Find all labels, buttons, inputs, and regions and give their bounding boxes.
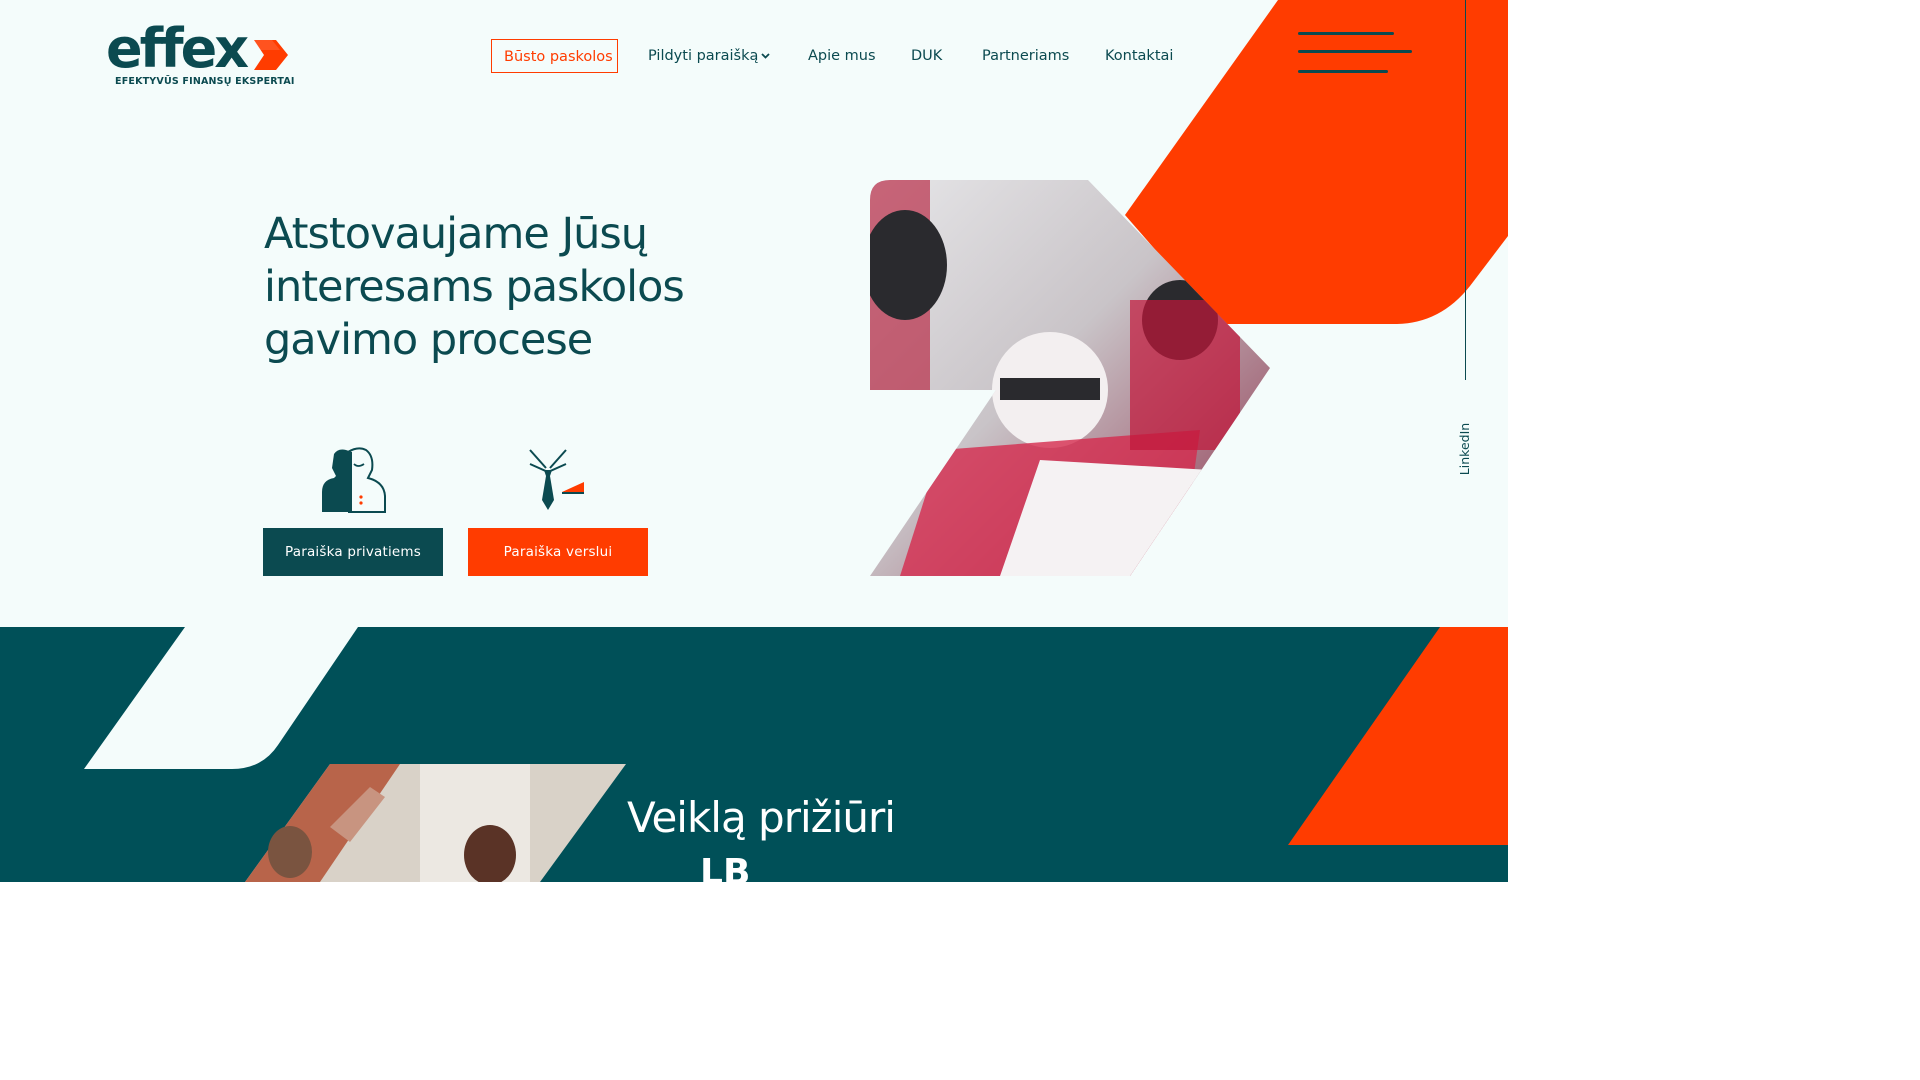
nav-item-kontaktai[interactable]: Kontaktai <box>1105 39 1173 73</box>
main-nav: Būsto paskolos Pildyti paraišką Apie mus… <box>0 39 1508 73</box>
hamburger-icon[interactable] <box>1296 30 1416 78</box>
section-title: Veiklą prižiūri <box>627 793 896 842</box>
nav-item-label: Pildyti paraišką <box>648 48 759 64</box>
menu-line <box>1298 70 1388 73</box>
nav-item-pildyti-paraiska[interactable]: Pildyti paraišką <box>648 39 771 73</box>
menu-line <box>1298 32 1394 35</box>
nav-item-apie-mus[interactable]: Apie mus <box>808 39 876 73</box>
business-tie-icon <box>529 449 584 510</box>
chevron-down-icon <box>761 53 771 59</box>
social-divider-line <box>1465 0 1466 380</box>
apply-business-button[interactable]: Paraiška verslui <box>468 528 648 576</box>
private-person-icon <box>322 447 386 513</box>
nav-item-busto-paskolos[interactable]: Būsto paskolos <box>491 39 618 73</box>
hero-decor-shapes <box>870 0 1508 576</box>
menu-line <box>1298 50 1412 53</box>
linkedin-link[interactable]: LinkedIn <box>1457 413 1475 485</box>
logo-tagline: EFEKTYVŪS FINANSŲ EKSPERTAI <box>115 76 295 87</box>
nav-item-partneriams[interactable]: Partneriams <box>982 39 1069 73</box>
apply-private-button[interactable]: Paraiška privatiems <box>263 528 443 576</box>
business-high-five-image <box>245 764 626 882</box>
bank-of-lithuania-logo: LB <box>700 852 751 893</box>
nav-item-duk[interactable]: DUK <box>911 39 942 73</box>
hero-title: Atstovaujame Jūsų interesams paskolos ga… <box>264 209 685 365</box>
right-margin <box>1508 0 1568 882</box>
